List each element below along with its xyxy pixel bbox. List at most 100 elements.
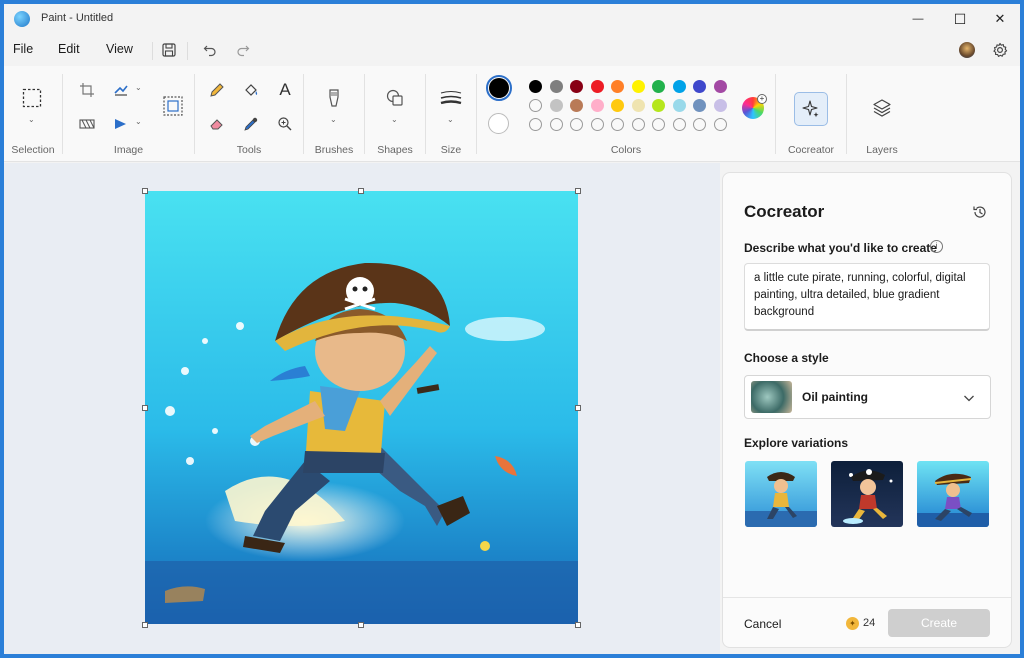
resize-button[interactable] <box>109 78 133 102</box>
menu-view[interactable]: View <box>106 42 133 56</box>
color-swatch[interactable] <box>631 99 645 112</box>
info-icon[interactable]: i <box>930 240 943 253</box>
redo-button[interactable] <box>233 40 253 60</box>
canvas-area[interactable] <box>4 163 720 654</box>
primary-color-selector[interactable] <box>486 75 512 101</box>
chevron-down-icon[interactable]: ⌄ <box>135 117 142 126</box>
magnifier-button[interactable] <box>273 112 297 136</box>
color-swatch[interactable] <box>549 118 563 131</box>
select-transparent-button[interactable] <box>75 112 99 136</box>
image-label: Image <box>113 144 144 156</box>
color-swatch[interactable] <box>611 118 624 131</box>
ribbon-toolbar: ⌄ Selection ⌄ ⌄ Image A Tools ⌄ Brushes … <box>4 66 1020 162</box>
user-avatar[interactable] <box>959 42 975 58</box>
pencil-icon <box>210 83 224 97</box>
prompt-input[interactable]: a little cute pirate, running, colorful,… <box>744 263 990 331</box>
chevron-down-icon[interactable]: ⌄ <box>135 83 142 92</box>
color-swatch[interactable] <box>672 99 686 112</box>
variation-image-3 <box>917 473 989 527</box>
color-swatch[interactable] <box>652 80 665 93</box>
color-swatch[interactable] <box>570 118 583 131</box>
color-swatch[interactable] <box>713 99 727 112</box>
color-picker-button[interactable] <box>239 112 263 136</box>
resize-handle[interactable] <box>142 622 148 628</box>
color-swatch[interactable] <box>529 99 542 112</box>
color-swatch[interactable] <box>590 80 604 93</box>
brushes-button[interactable] <box>322 86 346 110</box>
chevron-down-icon[interactable]: ⌄ <box>330 115 337 124</box>
maximize-icon: ☐ <box>953 10 967 27</box>
cocreator-group: Cocreator <box>776 66 846 162</box>
color-swatch[interactable] <box>713 80 727 93</box>
window-title: Paint - Untitled <box>41 12 114 24</box>
resize-handle[interactable] <box>358 622 364 628</box>
history-button[interactable] <box>972 204 988 220</box>
save-button[interactable] <box>159 40 179 60</box>
color-swatch[interactable] <box>631 118 645 131</box>
color-swatch[interactable] <box>693 118 706 131</box>
color-swatch[interactable] <box>529 118 542 131</box>
resize-handle[interactable] <box>575 622 581 628</box>
tools-group: A Tools <box>195 66 303 162</box>
color-swatch[interactable] <box>611 99 624 112</box>
pencil-button[interactable] <box>205 78 229 102</box>
resize-handle[interactable] <box>575 188 581 194</box>
text-tool-button[interactable]: A <box>273 78 297 102</box>
resize-handle[interactable] <box>575 405 581 411</box>
color-swatch[interactable] <box>631 80 645 93</box>
eraser-button[interactable] <box>205 112 229 136</box>
variation-thumbnail-2[interactable] <box>831 461 903 527</box>
menu-file[interactable]: File <box>13 42 33 56</box>
shapes-button[interactable] <box>383 86 407 110</box>
style-dropdown[interactable]: Oil painting <box>744 375 991 419</box>
color-swatch[interactable] <box>549 99 563 112</box>
color-swatch[interactable] <box>693 80 706 93</box>
color-swatch[interactable] <box>652 99 665 112</box>
resize-handle[interactable] <box>358 188 364 194</box>
selection-tool-button[interactable] <box>20 86 44 110</box>
style-value: Oil painting <box>802 390 868 404</box>
shapes-group: ⌄ Shapes <box>365 66 425 162</box>
cocreator-button[interactable] <box>794 92 828 126</box>
close-button[interactable]: ✕ <box>980 4 1020 34</box>
layers-button[interactable] <box>870 96 894 120</box>
color-swatch[interactable] <box>713 118 727 131</box>
variation-thumbnail-1[interactable] <box>745 461 817 527</box>
color-swatch[interactable] <box>693 99 706 112</box>
minimize-button[interactable]: — <box>898 4 938 34</box>
fill-button[interactable] <box>239 78 263 102</box>
undo-icon <box>203 45 216 57</box>
secondary-color-swatch[interactable] <box>488 113 509 134</box>
chevron-down-icon <box>964 395 974 402</box>
settings-button[interactable] <box>990 40 1010 60</box>
resize-handle[interactable] <box>142 188 148 194</box>
chevron-down-icon[interactable]: ⌄ <box>447 115 454 124</box>
color-swatch[interactable] <box>570 80 583 93</box>
edit-colors-button[interactable]: + <box>742 94 767 119</box>
variation-thumbnail-3[interactable] <box>917 461 989 527</box>
redo-icon <box>237 45 250 57</box>
color-swatch[interactable] <box>570 99 583 112</box>
color-swatch[interactable] <box>672 80 686 93</box>
color-swatch[interactable] <box>652 118 665 131</box>
maximize-button[interactable]: ☐ <box>940 4 980 34</box>
color-swatch[interactable] <box>549 80 563 93</box>
image-remove-background-button[interactable] <box>161 94 185 118</box>
color-swatch[interactable] <box>590 118 604 131</box>
rotate-flip-button[interactable] <box>109 112 133 136</box>
size-button[interactable] <box>439 86 463 110</box>
chevron-down-icon[interactable]: ⌄ <box>28 115 35 124</box>
color-swatch[interactable] <box>529 80 542 93</box>
canvas-image[interactable] <box>145 191 578 624</box>
menu-edit[interactable]: Edit <box>58 42 80 56</box>
color-swatch[interactable] <box>590 99 604 112</box>
cancel-button[interactable]: Cancel <box>744 617 781 631</box>
color-swatch[interactable] <box>611 80 624 93</box>
resize-handle[interactable] <box>142 405 148 411</box>
history-icon <box>973 206 986 218</box>
chevron-down-icon[interactable]: ⌄ <box>391 115 398 124</box>
create-button[interactable]: Create <box>888 609 990 637</box>
crop-button[interactable] <box>75 78 99 102</box>
color-swatch[interactable] <box>672 118 686 131</box>
undo-button[interactable] <box>200 40 220 60</box>
